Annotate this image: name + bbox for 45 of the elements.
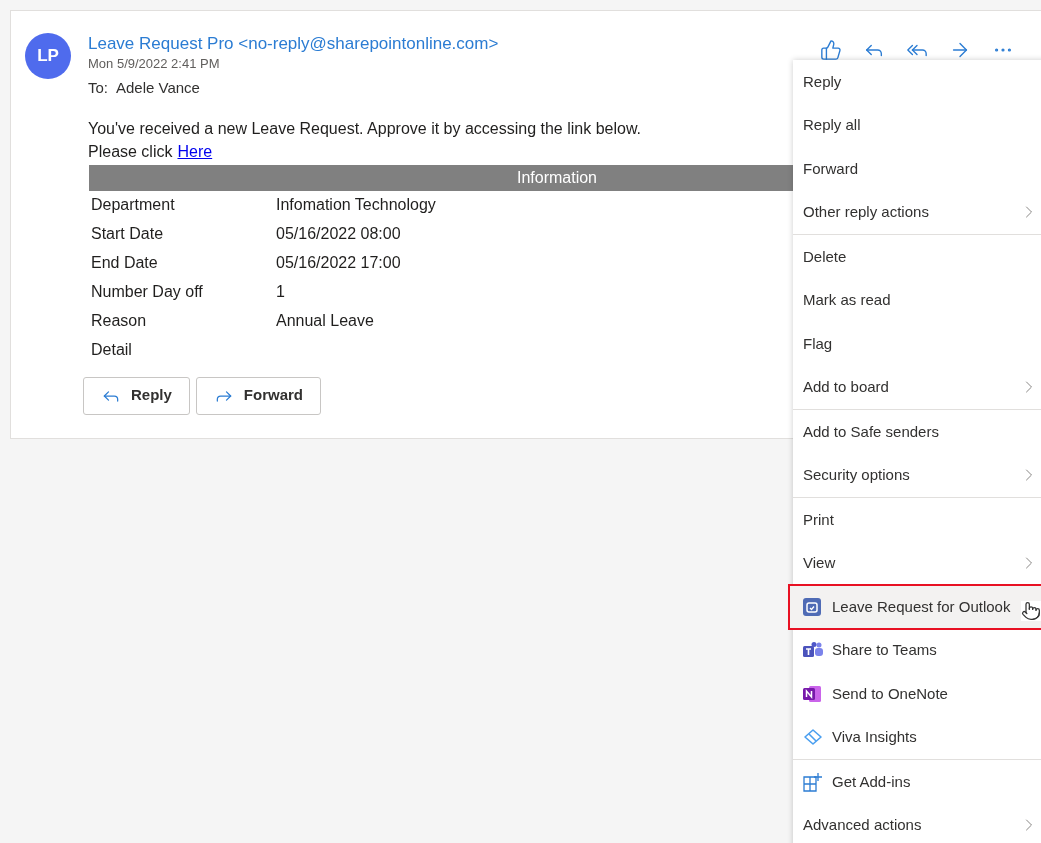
here-link[interactable]: Here (177, 140, 213, 163)
teams-app-icon (803, 642, 823, 659)
menu-item[interactable]: Other reply actions (793, 190, 1041, 234)
hand-cursor-icon (1021, 601, 1041, 621)
menu-item[interactable]: Get Add-ins (793, 760, 1041, 804)
menu-item[interactable]: Share to Teams (793, 628, 1041, 672)
field-label: Number Day off (91, 282, 204, 302)
menu-item[interactable]: Leave Request for Outlook (789, 585, 1041, 629)
message-date: Mon 5/9/2022 2:41 PM (88, 55, 221, 72)
menu-item[interactable]: Viva Insights (793, 715, 1041, 759)
field-value: 05/16/2022 17:00 (276, 253, 401, 273)
menu-item[interactable]: Flag (793, 322, 1041, 366)
message-text: You've received a new Leave Request. Approve it by accessing the link below. (88, 118, 642, 139)
field-value: Annual Leave (276, 311, 374, 331)
recipient-name: Adele Vance (116, 78, 200, 98)
menu-item[interactable]: Advanced actions (793, 803, 1041, 843)
field-label: Reason (91, 311, 148, 331)
menu-item[interactable]: Reply all (793, 103, 1041, 147)
viva-app-icon (803, 728, 823, 747)
field-label: Detail (91, 340, 133, 360)
calendar-app-icon (803, 597, 821, 616)
sender-name[interactable]: Leave Request Pro <no-reply@sharepointonline.com> (88, 33, 820, 55)
grid-plus-icon (803, 771, 823, 792)
field-label: End Date (91, 253, 159, 273)
menu-item[interactable]: View (793, 541, 1041, 585)
onenote-app-icon (803, 684, 821, 703)
field-value: 1 (276, 282, 285, 302)
field-value: 05/16/2022 08:00 (276, 224, 401, 244)
menu-item[interactable]: Delete (793, 235, 1041, 279)
field-label: Start Date (91, 224, 165, 244)
field-value: Infomation Technology (276, 195, 436, 215)
to-label: To: (88, 78, 108, 98)
reply-button[interactable]: Reply (83, 376, 190, 415)
menu-item[interactable]: Reply (793, 60, 1041, 104)
menu-item[interactable]: Add to board (793, 365, 1041, 409)
menu-item[interactable]: Add to Safe senders (793, 410, 1041, 454)
avatar: LP (25, 33, 71, 79)
field-label: Department (91, 195, 176, 215)
click-prompt: Please click (88, 141, 173, 162)
menu-item[interactable]: Mark as read (793, 278, 1041, 322)
menu-item[interactable]: Security options (793, 453, 1041, 497)
menu-item[interactable]: Print (793, 498, 1041, 542)
like-icon[interactable] (820, 39, 842, 61)
menu-item[interactable]: Send to OneNote (793, 672, 1041, 716)
forward-button[interactable]: Forward (195, 376, 322, 415)
